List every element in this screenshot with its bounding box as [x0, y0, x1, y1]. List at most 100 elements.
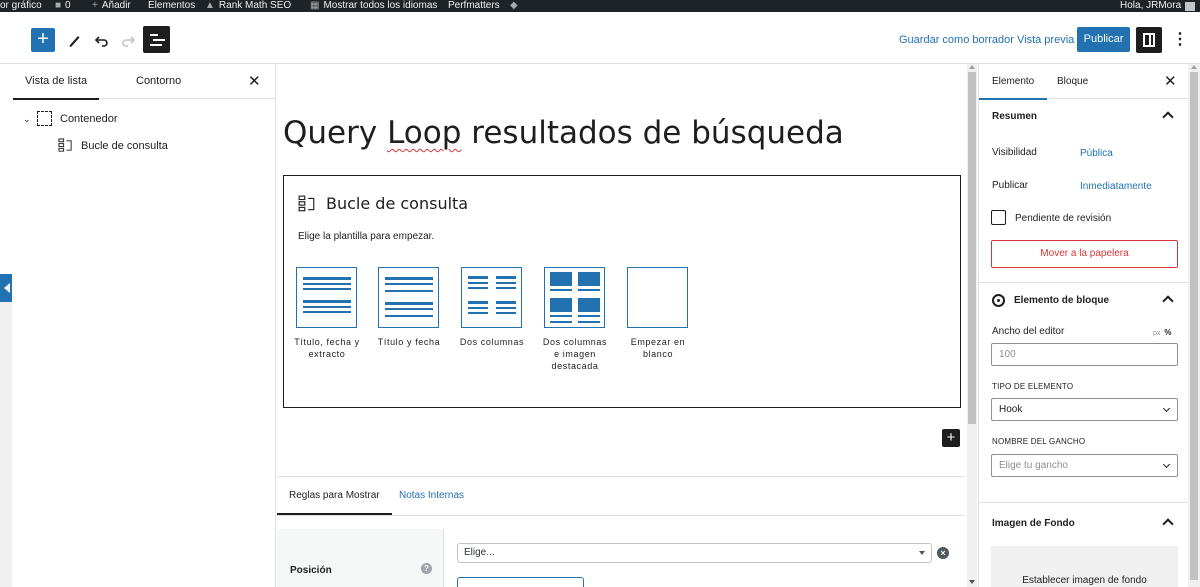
clear-icon[interactable]: × — [937, 547, 949, 559]
tab-list-view[interactable]: Vista de lista — [12, 64, 100, 100]
unit-switcher[interactable]: px% — [1153, 328, 1172, 337]
sidebar-tabs: Elemento Bloque ✕ — [978, 64, 1189, 100]
caret-down-icon — [919, 551, 925, 555]
pencil-icon — [69, 36, 80, 47]
admin-bar-perfmatters-label: Perfmatters — [448, 0, 500, 11]
admin-bar-account[interactable]: Hola, JRMora — [1120, 0, 1196, 12]
editor-width-input[interactable]: 100 — [991, 343, 1178, 366]
chevron-up-icon[interactable] — [1163, 517, 1173, 527]
block-inserter-button[interactable]: + — [31, 28, 55, 52]
scroll-thumb[interactable] — [1190, 72, 1198, 580]
admin-bar-languages-label: Mostrar todos los idiomas — [323, 0, 438, 11]
list-view-button[interactable] — [143, 26, 170, 53]
scroll-down-arrow[interactable] — [969, 580, 975, 584]
visibility-value[interactable]: Pública — [1080, 148, 1113, 159]
pattern-two-columns[interactable]: Dos columnas — [460, 267, 524, 348]
pattern-thumbnail — [544, 267, 605, 328]
chevron-up-icon[interactable] — [1163, 294, 1173, 304]
chevron-down-icon — [1162, 404, 1171, 413]
post-title[interactable]: Query Loop resultados de búsqueda — [283, 115, 844, 151]
admin-bar-elements[interactable]: Elementos — [148, 0, 195, 12]
element-type-select[interactable]: Hook — [991, 398, 1178, 421]
options-menu-button[interactable]: ⋮ — [1170, 28, 1190, 52]
chevron-up-icon[interactable] — [1163, 110, 1173, 120]
block-element-panel-title[interactable]: Elemento de bloque — [1014, 295, 1109, 306]
comment-icon: ■ — [55, 0, 62, 11]
tab-outline[interactable]: Contorno — [136, 64, 181, 99]
add-rule-button[interactable] — [457, 577, 584, 587]
publish-date-value[interactable]: Inmediatamente — [1080, 181, 1152, 192]
post-title-misspelled-word: Loop — [387, 115, 462, 151]
scroll-up-arrow[interactable] — [1191, 65, 1197, 69]
settings-toggle-button[interactable] — [1136, 27, 1162, 53]
pattern-label: Dos columnas e imagen destacada — [542, 337, 608, 371]
admin-bar-graph[interactable]: or gráfico — [0, 0, 42, 12]
pattern-title-date-excerpt[interactable]: Título, fecha y extracto — [294, 267, 359, 360]
canvas-scrollbar[interactable] — [967, 64, 977, 587]
admin-bar-comments[interactable]: ■ 0 — [55, 0, 71, 12]
unit-percent[interactable]: % — [1164, 328, 1171, 337]
query-loop-icon — [58, 138, 72, 152]
list-item-label: Contenedor — [60, 113, 118, 125]
admin-bar-elements-label: Elementos — [148, 0, 196, 11]
tab-block[interactable]: Bloque — [1057, 64, 1088, 99]
pattern-title-date[interactable]: Título y fecha — [378, 267, 440, 348]
preview-button[interactable]: Vista previa — [1017, 34, 1074, 46]
pattern-thumbnail — [296, 267, 357, 328]
language-icon: ▦ — [310, 0, 320, 11]
element-type-value: Hook — [999, 404, 1023, 415]
publish-button[interactable]: Publicar — [1077, 27, 1130, 52]
position-select[interactable]: Elige... — [457, 543, 932, 563]
admin-bar-greeting: Hola, JRMora — [1120, 0, 1182, 11]
tab-internal-notes[interactable]: Notas Internas — [399, 477, 464, 515]
pattern-two-columns-featured-image[interactable]: Dos columnas e imagen destacada — [543, 267, 607, 372]
list-view-panel: Vista de lista Contorno ✕ ⌄ Contenedor B… — [12, 64, 276, 587]
undo-button[interactable] — [90, 28, 114, 52]
scroll-up-arrow[interactable] — [969, 65, 975, 69]
editor-width-label: Ancho del editor — [992, 326, 1065, 337]
visibility-label: Visibilidad — [992, 147, 1037, 158]
background-image-panel-title[interactable]: Imagen de Fondo — [992, 518, 1075, 529]
meta-label-column — [277, 529, 444, 587]
avatar — [1185, 2, 1196, 11]
pending-review-checkbox[interactable] — [991, 210, 1006, 225]
scroll-thumb[interactable] — [968, 72, 976, 424]
admin-bar-rank-math-label: Rank Math SEO — [218, 0, 292, 11]
list-item-container[interactable]: ⌄ Contenedor — [12, 108, 276, 130]
admin-bar-languages[interactable]: ▦ Mostrar todos los idiomas — [310, 0, 437, 12]
set-background-image-button[interactable]: Establecer imagen de fondo — [991, 546, 1178, 587]
add-block-button[interactable]: + — [942, 429, 960, 447]
sidebar-toggle-icon — [1143, 33, 1155, 47]
summary-panel-title[interactable]: Resumen — [992, 111, 1037, 122]
meta-divider — [277, 515, 965, 516]
redo-button[interactable] — [116, 28, 140, 52]
chevron-down-icon[interactable]: ⌄ — [23, 108, 31, 130]
pattern-start-blank[interactable]: Empezar en blanco — [627, 267, 688, 360]
close-sidebar-button[interactable]: ✕ — [1164, 72, 1177, 90]
sidebar-scrollbar[interactable] — [1188, 64, 1200, 587]
close-icon: ✕ — [1164, 73, 1177, 90]
tab-display-rules[interactable]: Reglas para Mostrar — [277, 477, 392, 515]
unit-px[interactable]: px — [1153, 330, 1160, 337]
collapse-admin-menu-handle[interactable] — [0, 274, 12, 302]
comments-count: 0 — [65, 0, 71, 11]
tools-button[interactable] — [62, 28, 86, 52]
undo-icon — [94, 36, 108, 47]
query-loop-placeholder[interactable]: Bucle de consulta Elige la plantilla par… — [283, 175, 961, 408]
diamond-icon: ◆ — [510, 0, 518, 11]
save-draft-button[interactable]: Guardar como borrador — [899, 34, 1014, 46]
query-loop-icon — [298, 195, 315, 211]
admin-bar-perfmatters[interactable]: Perfmatters — [448, 0, 500, 12]
move-to-trash-button[interactable]: Mover a la papelera — [991, 240, 1178, 268]
list-item-query-loop[interactable]: Bucle de consulta — [12, 135, 276, 157]
tab-element[interactable]: Elemento — [978, 64, 1048, 100]
close-list-view-button[interactable]: ✕ — [248, 72, 261, 90]
editor-header: + Guardar como borrador Vista previa Pub… — [0, 12, 1200, 64]
admin-bar-rank-math[interactable]: ▲ Rank Math SEO — [205, 0, 291, 12]
help-icon[interactable]: ? — [421, 563, 432, 574]
hook-name-select[interactable]: Elige tu gancho — [991, 454, 1178, 477]
admin-bar-diamond[interactable]: ◆ — [510, 0, 518, 12]
admin-bar-new[interactable]: + Añadir — [92, 0, 131, 12]
plus-icon: + — [92, 0, 98, 11]
editor-width-placeholder: 100 — [999, 349, 1016, 360]
